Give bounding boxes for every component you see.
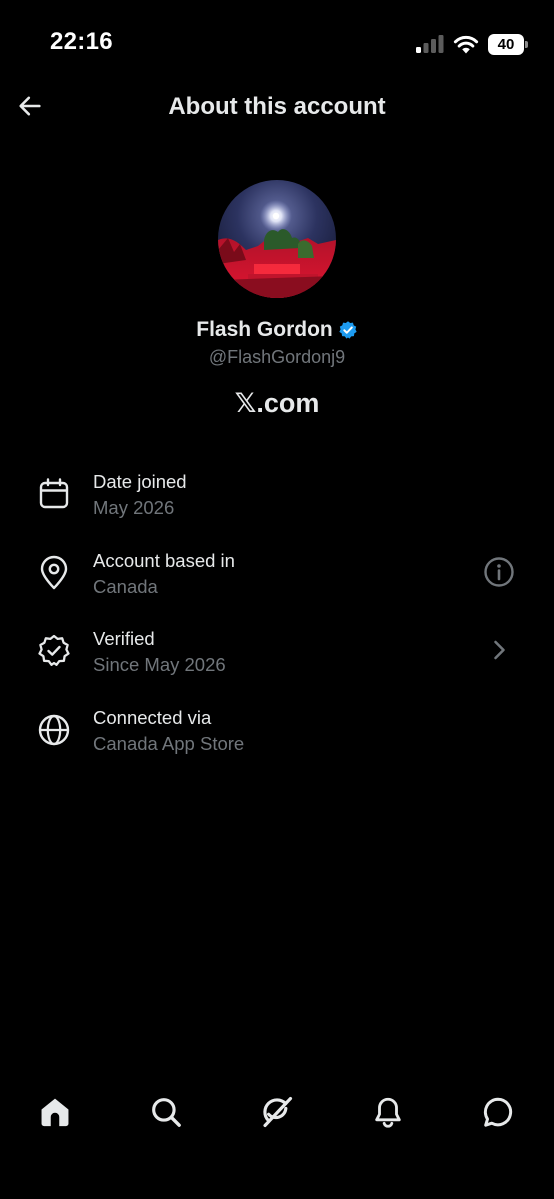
avatar[interactable] (218, 180, 336, 298)
info-subtitle: May 2026 (93, 497, 175, 518)
verified-checkmark-icon (339, 321, 357, 339)
battery-indicator: 40 (488, 33, 528, 55)
info-title: Date joined (93, 471, 187, 492)
cellular-signal-icon (416, 35, 444, 53)
calendar-icon (39, 478, 69, 509)
info-row-date-joined: Date joined May 2026 (0, 454, 554, 533)
nav-search[interactable] (146, 1092, 186, 1132)
globe-icon (38, 714, 70, 746)
battery-level: 40 (488, 33, 524, 55)
info-list: Date joined May 2026 Account based in Ca… (0, 454, 554, 769)
nav-messages[interactable] (478, 1092, 518, 1132)
info-subtitle: Since May 2026 (93, 654, 226, 676)
profile-handle: @FlashGordonj9 (208, 347, 346, 367)
search-icon (152, 1098, 181, 1127)
wifi-icon (453, 35, 479, 54)
info-title: Account based in (93, 549, 235, 571)
status-time: 22:16 (50, 28, 113, 55)
avatar-image (218, 180, 336, 298)
bottom-nav (0, 1080, 554, 1144)
notifications-icon (375, 1097, 401, 1128)
info-title: Verified (93, 628, 155, 650)
profile-name-row: Flash Gordon (0, 318, 554, 342)
home-icon (41, 1098, 69, 1127)
info-title: Connected via (93, 707, 212, 729)
grok-icon (263, 1096, 293, 1128)
nav-grok[interactable] (257, 1092, 297, 1132)
verified-badge-icon (38, 635, 70, 667)
info-icon (484, 556, 514, 587)
status-icons: 40 (416, 32, 528, 56)
info-subtitle: Canada (93, 575, 158, 597)
profile-name: Flash Gordon (196, 318, 333, 341)
verified-chevron[interactable] (482, 633, 516, 667)
header: About this account (0, 80, 554, 136)
location-pin-icon (40, 555, 68, 589)
chevron-right-icon (494, 641, 505, 660)
info-subtitle: Canada App Store (93, 733, 245, 755)
nav-home[interactable] (35, 1092, 75, 1132)
info-row-account-based-in: Account based in Canada (0, 533, 554, 612)
page-title: About this account (168, 93, 386, 120)
info-row-verified[interactable]: Verified Since May 2026 (0, 611, 554, 690)
info-button[interactable] (482, 555, 516, 589)
info-row-connected-via: Connected via Canada App Store (0, 690, 554, 769)
about-account-screen: 22:16 40 About this account Flash Gordon… (0, 0, 554, 1199)
nav-notifications[interactable] (368, 1092, 408, 1132)
platform-label: 𝕏.com (234, 388, 320, 418)
messages-icon (483, 1097, 513, 1127)
status-bar: 22:16 40 (0, 0, 554, 88)
